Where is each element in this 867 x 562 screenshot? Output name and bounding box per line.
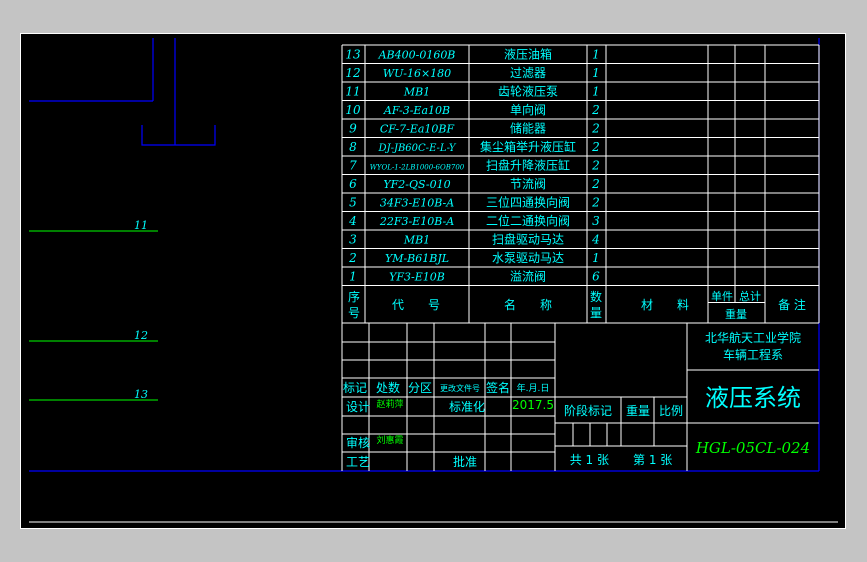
part-number: 10 bbox=[345, 103, 361, 117]
label-doc-no: 更改文件号 bbox=[440, 383, 480, 393]
part-code: YM-B61BJL bbox=[385, 252, 449, 265]
part-name: 三位四通换向阀 bbox=[486, 195, 570, 210]
part-name: 储能器 bbox=[510, 121, 546, 136]
part-number: 1 bbox=[349, 270, 357, 284]
part-number: 8 bbox=[349, 140, 357, 154]
parts-list-header: 序 号 代 号 名 称 数 量 材 料 单件 总计 重量 备 注 bbox=[348, 289, 806, 321]
callout-13: 13 bbox=[134, 388, 148, 401]
label-review: 审核 bbox=[346, 435, 370, 450]
part-qty: 2 bbox=[591, 122, 600, 136]
part-number: 11 bbox=[345, 85, 360, 99]
drawing-number: HGL-05CL-024 bbox=[695, 439, 810, 457]
part-qty: 6 bbox=[592, 270, 600, 284]
header-name: 名 称 bbox=[504, 297, 552, 312]
part-qty: 1 bbox=[592, 251, 600, 265]
label-scale: 比例 bbox=[659, 404, 683, 418]
part-code: WYOL-1-2LB1000-6OB700 bbox=[370, 164, 465, 172]
label-approve: 批准 bbox=[453, 454, 477, 469]
label-zone: 分区 bbox=[408, 381, 432, 395]
part-code: MB1 bbox=[403, 86, 430, 99]
part-qty: 2 bbox=[591, 196, 600, 210]
title-block-text: 标记 处数 分区 更改文件号 签名 年.月.日 设计 赵莉萍 标准化 2017.… bbox=[343, 330, 810, 469]
header-qty-2: 量 bbox=[590, 306, 602, 320]
part-number: 6 bbox=[349, 177, 357, 191]
part-number: 5 bbox=[349, 196, 357, 210]
part-name: 液压油箱 bbox=[504, 47, 552, 62]
part-name: 水泵驱动马达 bbox=[492, 251, 564, 265]
part-name: 齿轮液压泵 bbox=[498, 84, 558, 99]
viewport-frame: 11 12 13 13 AB400-0160B 液压油箱 1 12 WU-16×180 过滤… bbox=[0, 0, 867, 562]
part-name: 二位二通换向阀 bbox=[486, 213, 570, 228]
part-code: 22F3-E10B-A bbox=[379, 215, 454, 228]
callout-12: 12 bbox=[134, 329, 148, 342]
part-number: 4 bbox=[348, 214, 357, 228]
label-standard: 标准化 bbox=[449, 400, 485, 414]
part-name: 扫盘升降液压缸 bbox=[486, 158, 570, 173]
label-mark: 标记 bbox=[343, 381, 367, 395]
label-date: 年.月.日 bbox=[517, 382, 550, 394]
reviewer-name: 刘惠霞 bbox=[376, 434, 403, 446]
header-material: 材 料 bbox=[641, 298, 689, 312]
part-number: 3 bbox=[349, 233, 357, 247]
part-code: AF-3-Ea10B bbox=[383, 104, 450, 117]
part-qty: 2 bbox=[591, 177, 600, 191]
part-qty: 1 bbox=[592, 85, 600, 99]
callout-11: 11 bbox=[134, 219, 148, 232]
sheet-count: 共 1 张 第 1 张 bbox=[570, 453, 673, 467]
leader-lines bbox=[29, 230, 158, 401]
part-code: WU-16×180 bbox=[383, 67, 451, 80]
part-code: AB400-0160B bbox=[378, 49, 456, 62]
header-weight: 重量 bbox=[725, 307, 747, 321]
date-value: 2017.5 bbox=[512, 398, 554, 412]
part-qty: 2 bbox=[591, 159, 600, 173]
part-name: 集尘箱举升液压缸 bbox=[480, 139, 576, 154]
part-code: CF-7-Ea10BF bbox=[380, 123, 455, 136]
part-qty: 2 bbox=[591, 140, 600, 154]
part-qty: 4 bbox=[591, 233, 600, 247]
part-qty: 3 bbox=[592, 214, 600, 228]
label-stage: 阶段标记 bbox=[564, 403, 612, 418]
cad-drawing-canvas[interactable]: 11 12 13 13 AB400-0160B 液压油箱 1 12 WU-16×180 过滤… bbox=[20, 33, 846, 529]
part-number: 7 bbox=[349, 159, 357, 173]
part-number: 13 bbox=[345, 48, 361, 62]
header-remarks: 备 注 bbox=[778, 297, 806, 312]
designer-name: 赵莉萍 bbox=[376, 398, 403, 410]
label-design: 设计 bbox=[346, 400, 370, 414]
part-code: YF3-E10B bbox=[389, 271, 445, 284]
part-number: 12 bbox=[345, 66, 360, 80]
part-name: 过滤器 bbox=[510, 66, 546, 80]
label-process: 工艺 bbox=[346, 455, 370, 469]
part-name: 节流阀 bbox=[510, 177, 546, 191]
part-code: 34F3-E10B-A bbox=[380, 197, 454, 210]
header-total: 总计 bbox=[739, 289, 761, 303]
header-no-2: 号 bbox=[348, 306, 360, 320]
part-code: MB1 bbox=[403, 234, 430, 247]
label-weight: 重量 bbox=[626, 404, 650, 418]
part-qty: 1 bbox=[592, 48, 600, 62]
department-name: 车辆工程系 bbox=[723, 347, 783, 362]
part-number: 2 bbox=[348, 251, 357, 265]
part-code: YF2-QS-010 bbox=[383, 178, 450, 191]
label-count: 处数 bbox=[376, 380, 400, 395]
header-code: 代 号 bbox=[392, 298, 440, 312]
school-name: 北华航天工业学院 bbox=[705, 330, 801, 345]
label-sign: 签名 bbox=[486, 380, 510, 395]
part-name: 溢流阀 bbox=[510, 270, 546, 284]
drawing-title: 液压系统 bbox=[705, 384, 801, 412]
header-unit: 单件 bbox=[711, 290, 733, 303]
header-no-1: 序 bbox=[348, 289, 360, 304]
part-qty: 1 bbox=[592, 66, 600, 80]
part-number: 9 bbox=[349, 122, 357, 136]
part-code: DJ-JB60C-E-L-Y bbox=[378, 143, 457, 154]
part-name: 扫盘驱动马达 bbox=[492, 232, 564, 247]
drawing-svg: 11 12 13 13 AB400-0160B 液压油箱 112 WU-16×180 过滤… bbox=[20, 33, 846, 529]
header-qty-1: 数 bbox=[590, 289, 602, 304]
part-name: 单向阀 bbox=[510, 102, 546, 117]
part-qty: 2 bbox=[591, 103, 600, 117]
